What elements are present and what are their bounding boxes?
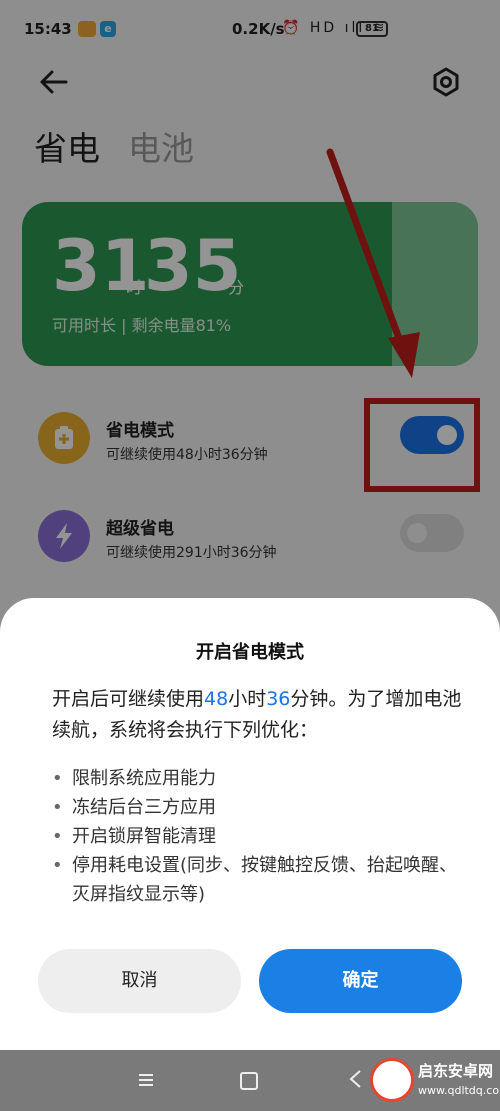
menu-icon[interactable] [136, 1070, 156, 1090]
site-watermark: 启东安卓网 www.qdltdq.com [360, 1050, 500, 1111]
dialog-hours-value: 48 [204, 688, 229, 710]
cancel-button[interactable]: 取消 [38, 949, 241, 1013]
watermark-name: 启东安卓网 [418, 1062, 494, 1080]
dialog-hours-word: 小时 [228, 688, 267, 710]
dialog-minutes-value: 36 [266, 688, 291, 710]
dialog-body-prefix: 开启后可继续使用 [52, 688, 205, 710]
dialog-description: 开启后可继续使用48小时36分钟。为了增加电池续航，系统将会执行下列优化： [52, 684, 462, 746]
confirm-button[interactable]: 确定 [259, 949, 462, 1013]
list-item: 限制系统应用能力 [52, 764, 464, 793]
enable-power-saving-dialog: 开启省电模式 开启后可继续使用48小时36分钟。为了增加电池续航，系统将会执行下… [0, 598, 500, 1050]
list-item: 冻结后台三方应用 [52, 793, 464, 822]
home-icon[interactable] [240, 1072, 258, 1090]
watermark-logo-icon [370, 1058, 414, 1102]
watermark-url: www.qdltdq.com [418, 1084, 500, 1097]
list-item: 开启锁屏智能清理 [52, 822, 464, 851]
list-item: 停用耗电设置(同步、按键触控反馈、抬起唤醒、灭屏指纹显示等) [52, 851, 464, 909]
dialog-title: 开启省电模式 [196, 642, 304, 663]
optimization-list: 限制系统应用能力 冻结后台三方应用 开启锁屏智能清理 停用耗电设置(同步、按键触… [52, 764, 464, 909]
